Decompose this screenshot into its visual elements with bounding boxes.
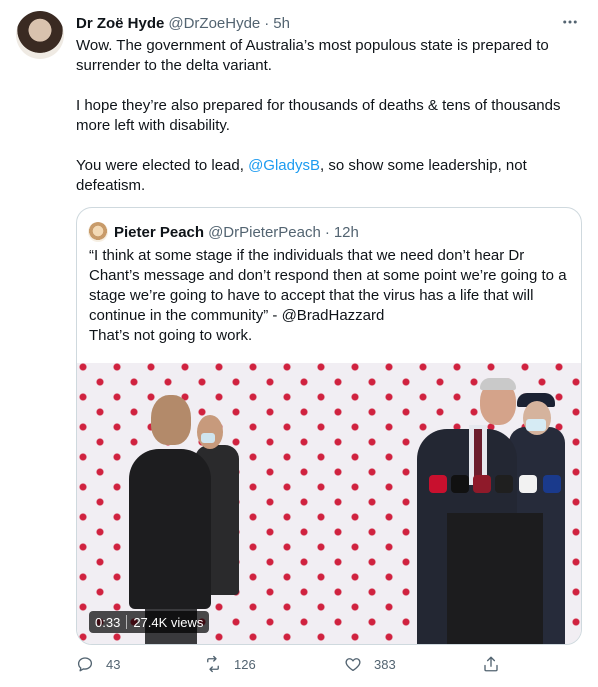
interpreter-head [151, 395, 191, 445]
quoted-avatar [88, 222, 108, 242]
display-name[interactable]: Dr Zoë Hyde [76, 15, 164, 32]
face-mask [526, 419, 546, 431]
badge-divider [126, 615, 128, 629]
separator-dot: · [324, 223, 330, 241]
interpreter-figure [129, 449, 211, 609]
tweet-text: Wow. The government of Australia’s most … [76, 36, 584, 196]
tweet-header: Dr Zoë Hyde @DrZoeHyde · 5h [76, 13, 290, 33]
mention-link[interactable]: @GladysB [248, 157, 320, 174]
timestamp[interactable]: 5h [273, 15, 290, 32]
video-duration: 0:33 [95, 614, 121, 630]
video-player[interactable]: 0:33 27.4K views [77, 363, 581, 644]
user-handle[interactable]: @DrZoeHyde [168, 15, 260, 32]
more-horizontal-icon [563, 20, 577, 24]
retweet-icon [207, 655, 219, 673]
quoted-paragraph: “I think at some stage if the individual… [89, 247, 567, 324]
quoted-display-name: Pieter Peach [114, 223, 205, 241]
share-icon [484, 656, 498, 672]
retweet-count: 126 [234, 656, 256, 672]
video-info-badge: 0:33 27.4K views [89, 611, 210, 633]
tweet-paragraph: Wow. The government of Australia’s most … [76, 37, 549, 74]
like-count: 383 [374, 656, 396, 672]
face-mask [201, 433, 215, 443]
podium [447, 513, 543, 644]
quoted-tweet-header: Pieter Peach @DrPieterPeach · 12h [88, 222, 359, 242]
reply-icon [77, 657, 93, 672]
quoted-user-handle: @DrPieterPeach [208, 223, 321, 241]
heart-icon [345, 658, 361, 672]
quoted-paragraph: That’s not going to work. [89, 327, 253, 344]
tweet-paragraph: I hope they’re also prepared for thousan… [76, 97, 561, 134]
paragraph-text: You were elected to lead, [76, 157, 249, 174]
share-button[interactable] [482, 655, 512, 673]
avatar[interactable] [16, 11, 64, 59]
speaker-tie [474, 429, 482, 481]
quoted-tweet[interactable]: Pieter Peach @DrPieterPeach · 12h “I thi… [76, 207, 582, 645]
like-button[interactable]: 383 [344, 655, 396, 673]
background-person-head [197, 415, 223, 449]
tweet-paragraph: You were elected to lead, @GladysB, so s… [76, 156, 584, 196]
more-options-button[interactable] [560, 12, 580, 32]
separator-dot: · [264, 14, 270, 32]
reply-button[interactable]: 43 [76, 655, 120, 673]
quoted-tweet-text: “I think at some stage if the individual… [89, 246, 573, 346]
retweet-button[interactable]: 126 [204, 655, 256, 673]
speaker-hair [480, 378, 516, 390]
tweet[interactable]: Dr Zoë Hyde @DrZoeHyde · 5h Wow. The gov… [0, 0, 598, 687]
quoted-timestamp: 12h [333, 223, 359, 241]
reply-count: 43 [106, 656, 121, 672]
microphones [429, 475, 579, 501]
video-views: 27.4K views [133, 614, 204, 630]
tweet-actions: 43 126 383 [76, 655, 516, 677]
